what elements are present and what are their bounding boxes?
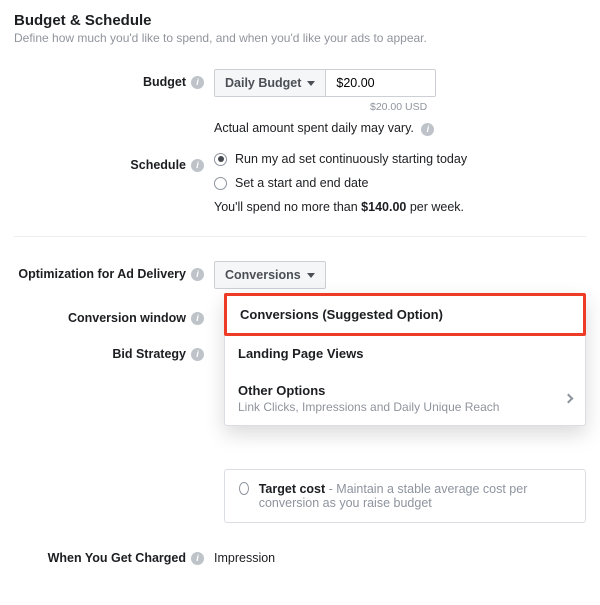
- bid-strategy-label: Bid Strategy i: [14, 341, 214, 361]
- info-icon[interactable]: i: [421, 123, 434, 136]
- optimization-section: Optimization for Ad Delivery i Conversio…: [14, 261, 586, 361]
- radio-selected-icon: [214, 153, 227, 166]
- dd-item-other-options[interactable]: Other Options Link Clicks, Impressions a…: [225, 372, 585, 425]
- charged-label: When You Get Charged i: [14, 545, 214, 565]
- caret-down-icon: [307, 273, 315, 278]
- budget-amount-input[interactable]: [326, 69, 436, 97]
- dd-item-conversions-suggested[interactable]: Conversions (Suggested Option): [224, 293, 586, 336]
- section-subtitle: Define how much you'd like to spend, and…: [14, 31, 586, 45]
- optimization-dropdown[interactable]: Conversions: [214, 261, 326, 289]
- budget-helper: $20.00 USD: [214, 101, 586, 113]
- chevron-right-icon: [564, 394, 574, 404]
- radio-unselected-icon: [239, 482, 249, 495]
- caret-down-icon: [307, 81, 315, 86]
- charged-value: Impression: [214, 545, 586, 565]
- budget-row: Budget i Daily Budget $20.00 USD Actual …: [14, 69, 586, 136]
- schedule-opt-continuous[interactable]: Run my ad set continuously starting toda…: [214, 152, 586, 166]
- schedule-opt-dates[interactable]: Set a start and end date: [214, 176, 586, 190]
- info-icon[interactable]: i: [191, 348, 204, 361]
- budget-note: Actual amount spent daily may vary. i: [214, 121, 586, 136]
- dd-item-landing-page-views[interactable]: Landing Page Views: [225, 335, 585, 372]
- bid-strategy-area: Target cost - Maintain a stable average …: [14, 469, 586, 523]
- radio-unselected-icon: [214, 177, 227, 190]
- bid-opt-target-cost[interactable]: Target cost - Maintain a stable average …: [239, 482, 571, 510]
- charged-row: When You Get Charged i Impression: [14, 545, 586, 565]
- info-icon[interactable]: i: [191, 159, 204, 172]
- spend-note: You'll spend no more than $140.00 per we…: [214, 200, 586, 214]
- section-title: Budget & Schedule: [14, 12, 586, 29]
- conversion-window-label: Conversion window i: [14, 305, 214, 325]
- divider: [14, 236, 586, 237]
- info-icon[interactable]: i: [191, 552, 204, 565]
- budget-type-dropdown[interactable]: Daily Budget: [214, 69, 326, 97]
- info-icon[interactable]: i: [191, 312, 204, 325]
- optimization-row: Optimization for Ad Delivery i Conversio…: [14, 261, 586, 289]
- budget-label: Budget i: [14, 69, 214, 89]
- schedule-label: Schedule i: [14, 152, 214, 172]
- optimization-label: Optimization for Ad Delivery i: [14, 261, 214, 281]
- target-cost-card: Target cost - Maintain a stable average …: [224, 469, 586, 523]
- info-icon[interactable]: i: [191, 268, 204, 281]
- info-icon[interactable]: i: [191, 76, 204, 89]
- optimization-dropdown-menu: Conversions (Suggested Option) Landing P…: [224, 293, 586, 426]
- schedule-row: Schedule i Run my ad set continuously st…: [14, 152, 586, 214]
